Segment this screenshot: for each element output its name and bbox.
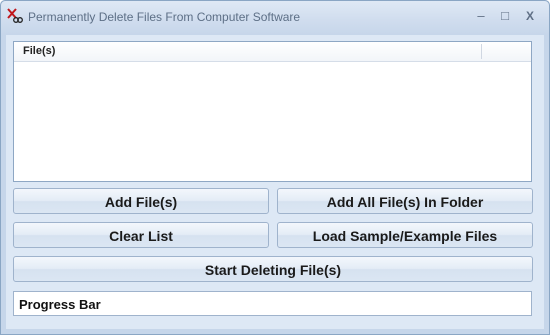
add-folder-button[interactable]: Add All File(s) In Folder bbox=[277, 188, 533, 214]
app-window: Permanently Delete Files From Computer S… bbox=[0, 0, 550, 335]
maximize-button[interactable]: □ bbox=[495, 7, 515, 25]
file-list[interactable]: File(s) bbox=[13, 41, 532, 182]
minimize-button[interactable]: – bbox=[471, 7, 491, 25]
client-area: File(s) Add File(s) Add All File(s) In F… bbox=[6, 35, 544, 329]
add-files-button[interactable]: Add File(s) bbox=[13, 188, 269, 214]
close-button[interactable]: X bbox=[520, 7, 540, 25]
column-divider[interactable] bbox=[481, 44, 482, 59]
progress-label: Progress Bar bbox=[19, 297, 101, 312]
load-samples-button[interactable]: Load Sample/Example Files bbox=[277, 222, 533, 248]
progress-bar: Progress Bar bbox=[13, 291, 532, 316]
start-deleting-button[interactable]: Start Deleting File(s) bbox=[13, 256, 533, 282]
window-title: Permanently Delete Files From Computer S… bbox=[28, 10, 301, 24]
scissors-cross-icon bbox=[7, 8, 23, 24]
file-list-header: File(s) bbox=[14, 42, 531, 62]
column-header-files[interactable]: File(s) bbox=[23, 45, 55, 57]
clear-list-button[interactable]: Clear List bbox=[13, 222, 269, 248]
title-bar[interactable]: Permanently Delete Files From Computer S… bbox=[1, 1, 549, 35]
